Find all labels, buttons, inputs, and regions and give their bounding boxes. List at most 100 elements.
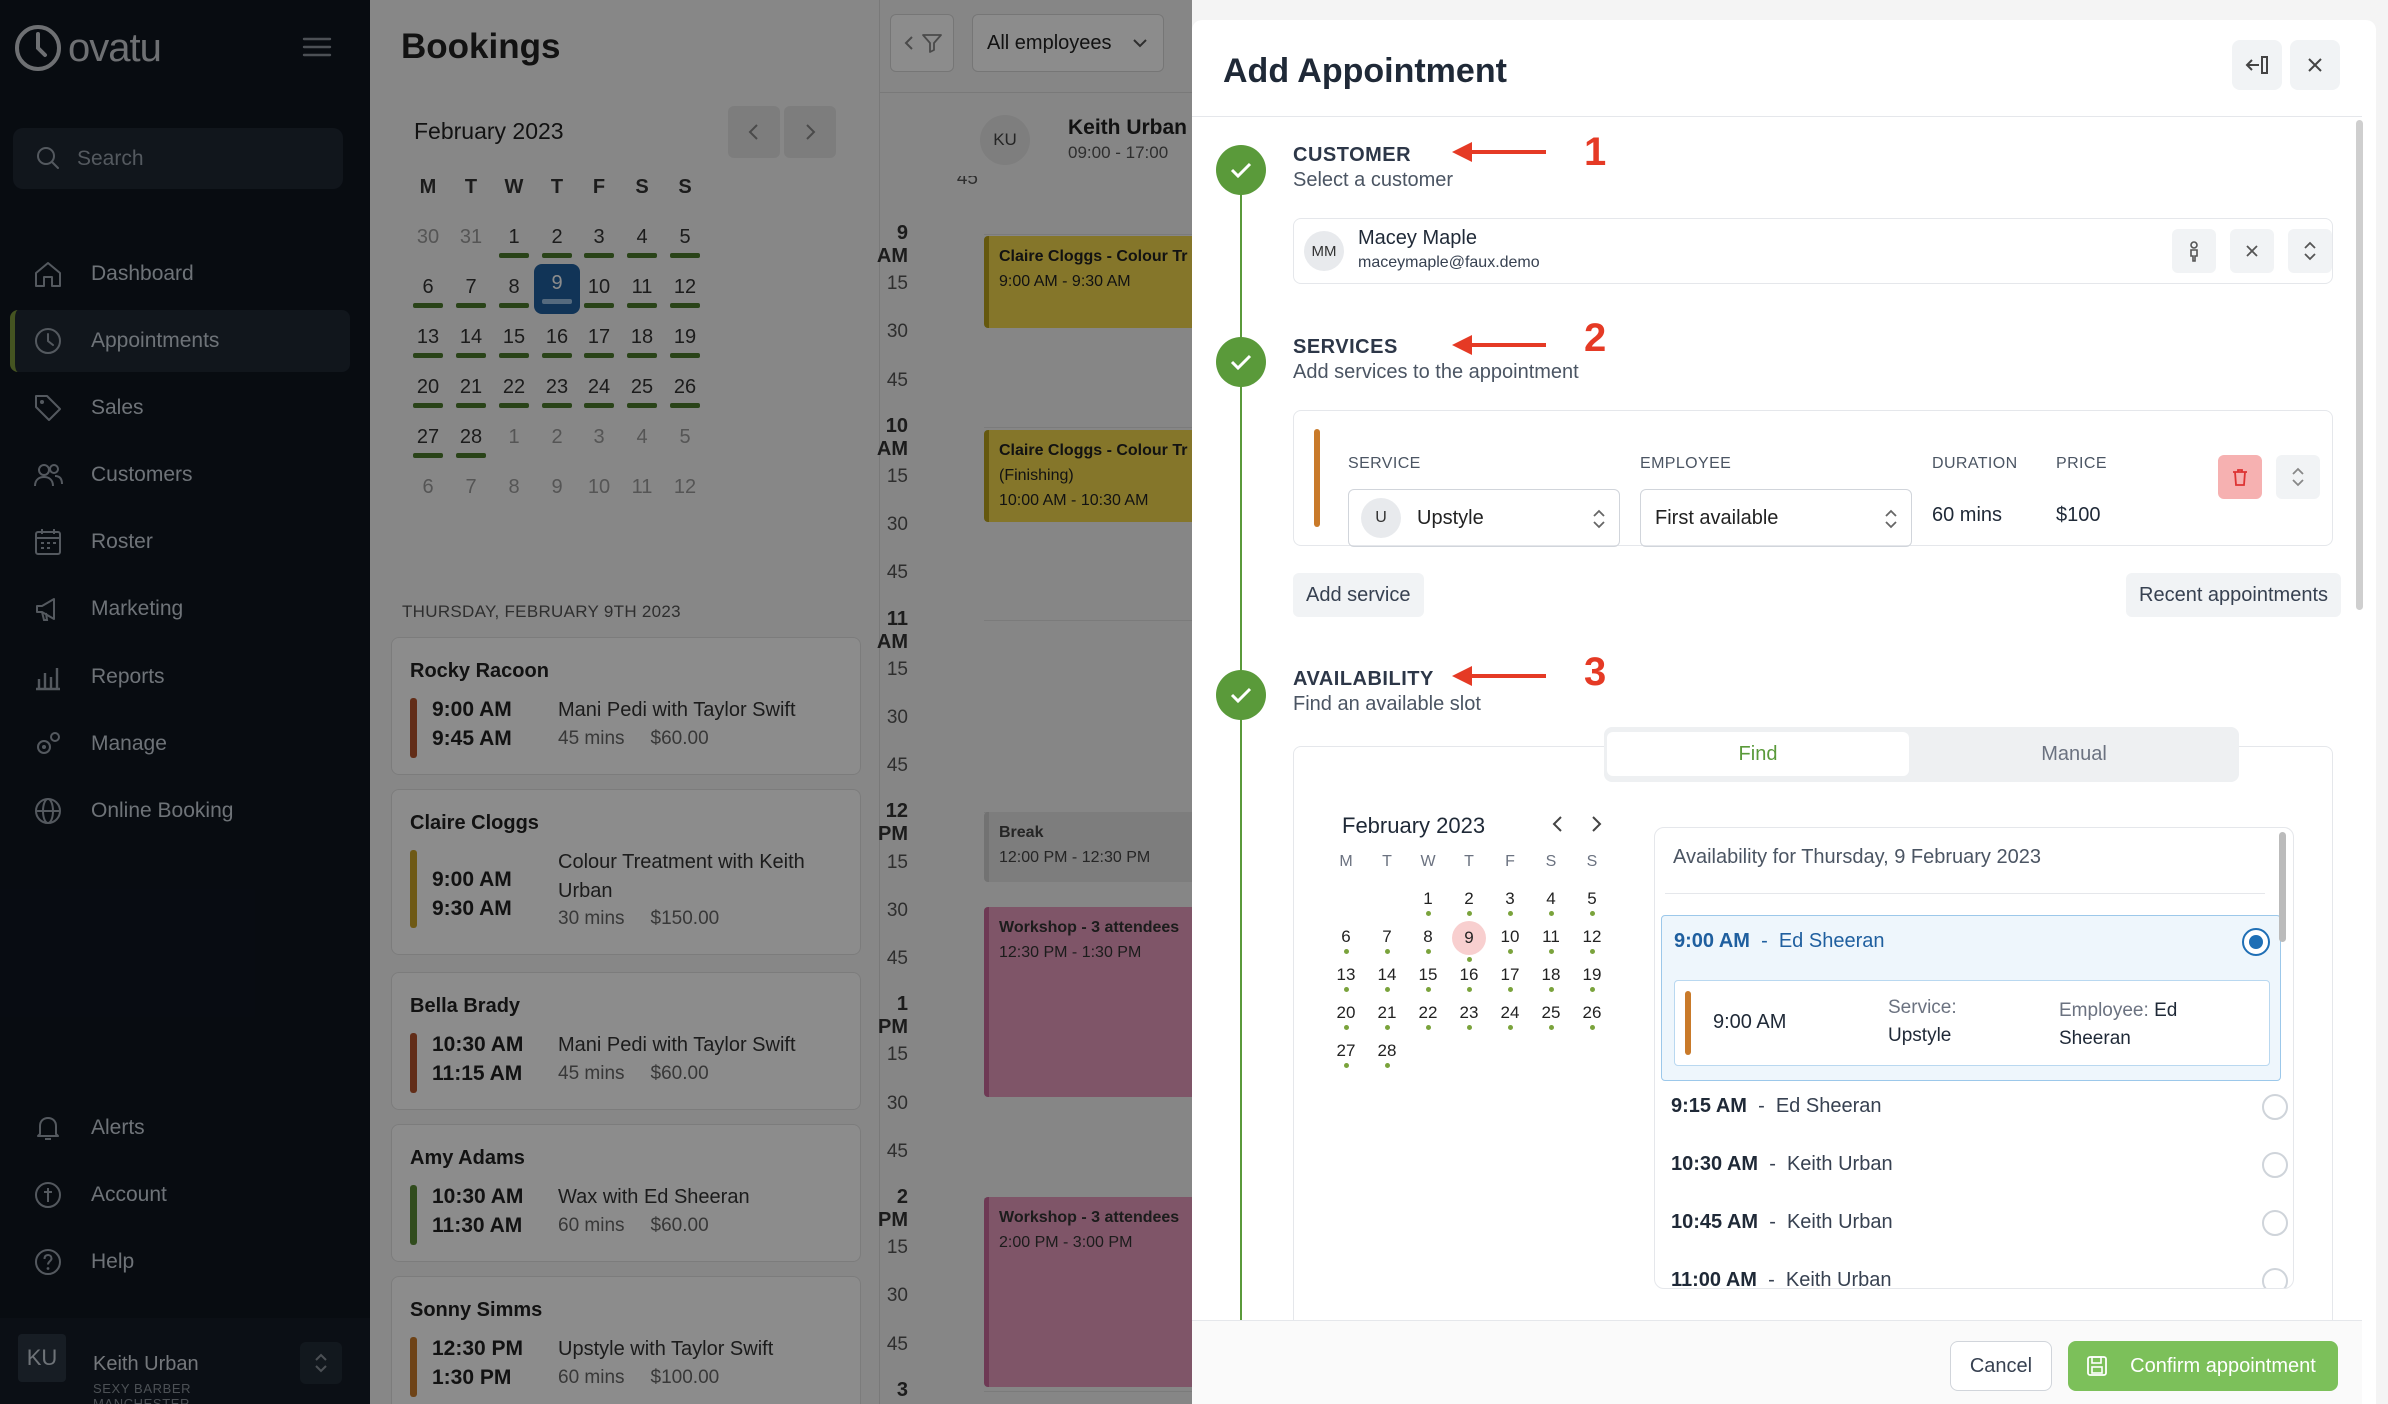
- price-column-header: PRICE: [2056, 455, 2107, 472]
- availability-divider: [1665, 893, 2265, 894]
- mini-calendar-day[interactable]: 12: [1574, 927, 1610, 954]
- annotation-arrow-icon: [1452, 666, 1546, 686]
- clear-customer-button[interactable]: [2230, 229, 2274, 273]
- mini-day-number: 14: [1377, 965, 1397, 984]
- mini-day-number: 2: [1464, 889, 1474, 908]
- mini-calendar-day[interactable]: 5: [1574, 889, 1610, 916]
- slot-employee: Keith Urban: [1786, 1211, 1893, 1233]
- availability-scrollbar[interactable]: [2279, 832, 2286, 942]
- slot-option[interactable]: 11:00 AM - Keith Urban: [1671, 1268, 2288, 1288]
- employee-select[interactable]: First available: [1640, 489, 1912, 547]
- collapse-panel-icon: [2245, 56, 2268, 74]
- mini-calendar-day[interactable]: 9: [1451, 921, 1487, 962]
- slot-detail-time: 9:00 AM: [1713, 1011, 1787, 1033]
- modal-footer: Cancel Confirm appointment: [1192, 1320, 2362, 1404]
- modal-scrollbar[interactable]: [2356, 120, 2363, 610]
- annotation-number: 2: [1584, 316, 1607, 360]
- availability-list: Availability for Thursday, 9 February 20…: [1654, 827, 2294, 1289]
- step-availability-heading: AVAILABILITY: [1293, 668, 1434, 690]
- mini-calendar-day[interactable]: 1: [1410, 889, 1446, 916]
- mini-calendar-day[interactable]: 2: [1451, 889, 1487, 916]
- slot-radio[interactable]: [2262, 1210, 2288, 1236]
- mini-day-number: 19: [1582, 965, 1602, 984]
- slot-radio[interactable]: [2262, 1268, 2288, 1288]
- slot-separator: -: [1746, 1095, 1776, 1117]
- mini-calendar-day[interactable]: 6: [1328, 927, 1364, 954]
- step-availability-done-icon: [1216, 670, 1266, 720]
- tab-find[interactable]: Find: [1607, 732, 1909, 776]
- mini-calendar-day[interactable]: 25: [1533, 1003, 1569, 1030]
- confirm-appointment-button[interactable]: Confirm appointment: [2068, 1341, 2338, 1391]
- remove-service-button[interactable]: [2218, 455, 2262, 499]
- customer-details-button[interactable]: [2172, 229, 2216, 273]
- mini-weekday-label: T: [1382, 853, 1392, 870]
- mini-calendar-day[interactable]: 13: [1328, 965, 1364, 992]
- mini-calendar-day[interactable]: 3: [1492, 889, 1528, 916]
- close-icon: [2246, 245, 2258, 257]
- slot-radio[interactable]: [2262, 1152, 2288, 1178]
- slot-option[interactable]: 9:15 AM - Ed Sheeran: [1671, 1094, 2288, 1135]
- mini-calendar-day[interactable]: 27: [1328, 1041, 1364, 1068]
- slot-radio[interactable]: [2262, 1094, 2288, 1120]
- mini-calendar-day[interactable]: 17: [1492, 965, 1528, 992]
- availability-dot: [1425, 987, 1431, 992]
- customer-expand-button[interactable]: [2288, 229, 2332, 273]
- availability-dot: [1548, 949, 1554, 954]
- slot-option[interactable]: 10:45 AM - Keith Urban: [1671, 1210, 2288, 1251]
- mini-calendar-day[interactable]: 14: [1369, 965, 1405, 992]
- chevron-right-icon: [1592, 816, 1602, 832]
- mini-day-number: 11: [1542, 927, 1560, 946]
- mini-weekday-label: S: [1545, 853, 1557, 870]
- mini-calendar-day[interactable]: 11: [1533, 927, 1569, 954]
- mini-calendar-day[interactable]: 28: [1369, 1041, 1405, 1068]
- mini-calendar-day[interactable]: 10: [1492, 927, 1528, 954]
- mini-calendar-day[interactable]: 21: [1369, 1003, 1405, 1030]
- person-icon: [2190, 241, 2198, 262]
- slot-time: 9:15 AM: [1671, 1095, 1747, 1117]
- selected-slot-radio[interactable]: [2242, 928, 2270, 956]
- recent-appointments-button[interactable]: Recent appointments: [2126, 573, 2342, 617]
- mini-calendar-day[interactable]: 8: [1410, 927, 1446, 954]
- mini-weekday-label: T: [1464, 853, 1474, 870]
- mini-weekday-label: M: [1339, 853, 1353, 870]
- mini-day-number: 15: [1418, 965, 1438, 984]
- close-modal-button[interactable]: [2290, 40, 2340, 90]
- add-service-button[interactable]: Add service: [1293, 573, 1424, 617]
- mini-next-month-button[interactable]: [1584, 811, 1608, 837]
- price-value: $100: [2056, 504, 2101, 526]
- mini-calendar-day[interactable]: 16: [1451, 965, 1487, 992]
- service-select[interactable]: U Upstyle: [1348, 489, 1620, 547]
- mini-day-number: 10: [1500, 927, 1520, 946]
- modal-backdrop[interactable]: [0, 0, 1192, 1404]
- availability-dot: [1425, 949, 1431, 954]
- availability-dot: [1507, 911, 1513, 916]
- step-customer-subtitle: Select a customer: [1293, 169, 1454, 191]
- mini-calendar-day[interactable]: 22: [1410, 1003, 1446, 1030]
- cancel-button[interactable]: Cancel: [1950, 1341, 2052, 1391]
- mini-day-number: 23: [1459, 1003, 1479, 1022]
- availability-dot: [1589, 911, 1595, 916]
- mini-calendar-day[interactable]: 20: [1328, 1003, 1364, 1030]
- mini-calendar-day[interactable]: 4: [1533, 889, 1569, 916]
- mini-calendar-day[interactable]: 26: [1574, 1003, 1610, 1030]
- slot-option[interactable]: 10:30 AM - Keith Urban: [1671, 1152, 2288, 1193]
- annotation-number: 1: [1584, 130, 1607, 174]
- mini-calendar-day[interactable]: 24: [1492, 1003, 1528, 1030]
- selected-slot[interactable]: 9:00 AM - Ed Sheeran 9:00 AM Service: Up…: [1661, 915, 2281, 1081]
- customer-selector[interactable]: MM Macey Maple maceymaple@faux.demo: [1293, 218, 2333, 284]
- availability-dot: [1466, 1025, 1472, 1030]
- collapse-panel-button[interactable]: [2232, 40, 2282, 90]
- tab-manual[interactable]: Manual: [1916, 732, 2232, 776]
- chevron-up-down-icon: [2292, 467, 2304, 487]
- mini-calendar-day[interactable]: 19: [1574, 965, 1610, 992]
- slot-separator: -: [1758, 1153, 1787, 1175]
- availability-dot: [1384, 949, 1390, 954]
- mini-prev-month-button[interactable]: [1546, 811, 1570, 837]
- mini-day-number: 16: [1459, 965, 1479, 984]
- mini-calendar-day[interactable]: 23: [1451, 1003, 1487, 1030]
- mini-calendar-day[interactable]: 15: [1410, 965, 1446, 992]
- reorder-service-button[interactable]: [2276, 455, 2320, 499]
- mini-calendar-day[interactable]: 7: [1369, 927, 1405, 954]
- mini-calendar-day[interactable]: 18: [1533, 965, 1569, 992]
- availability-dot: [1425, 1025, 1431, 1030]
